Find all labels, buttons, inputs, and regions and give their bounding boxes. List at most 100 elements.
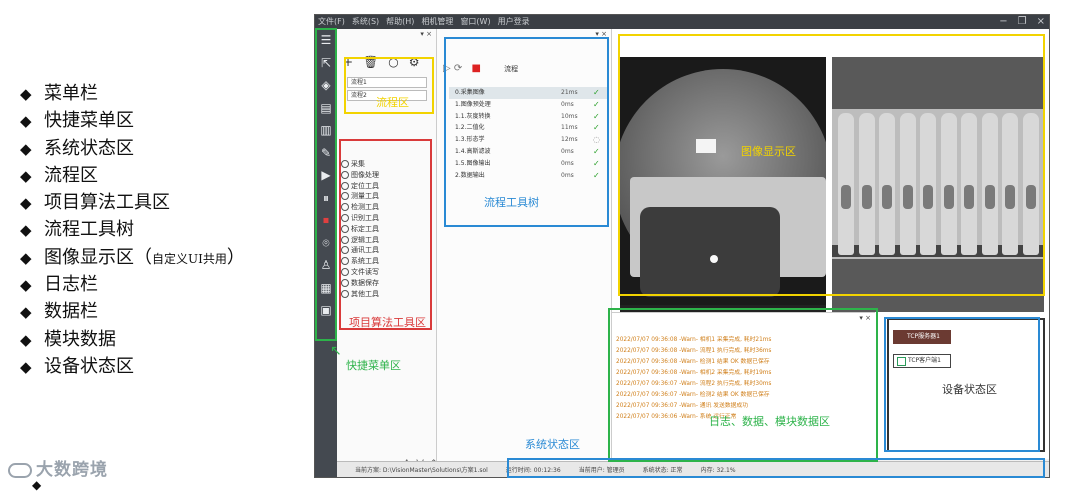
menu-item[interactable]: 窗口(W) — [460, 17, 490, 26]
chart-icon[interactable]: ▦ — [315, 277, 337, 300]
tree-item[interactable]: 采集 — [341, 159, 379, 170]
menu-item[interactable]: 系统(S) — [352, 17, 379, 26]
legend-text: 流程工具树 — [44, 219, 134, 241]
tree-item[interactable]: 定位工具 — [341, 181, 379, 192]
settings-icon[interactable]: ⚙ — [409, 55, 420, 69]
export-icon[interactable]: ⇱ — [315, 52, 337, 75]
tree-item[interactable]: 系统工具 — [341, 256, 379, 267]
process-name: 1.图像预处理 — [455, 100, 491, 108]
check-icon: ✓ — [593, 99, 600, 109]
legend-text: 数据栏 — [44, 301, 98, 323]
tree-item[interactable]: 图像处理 — [341, 170, 379, 181]
process-time: 12ms — [561, 136, 578, 144]
device-button-1[interactable]: TCP服务器1 — [893, 330, 951, 344]
add-icon[interactable]: + — [343, 55, 353, 69]
legend-item: ◆ 菜单栏 — [20, 80, 245, 107]
tree-item[interactable]: 数据保存 — [341, 278, 379, 289]
process-row[interactable]: 1.4.高斯滤波 0ms ✓ — [449, 146, 607, 158]
log-line: 2022/07/07 09:36:08 -Warn- 相机2 采集完成, 耗时1… — [616, 370, 772, 376]
pin-icon[interactable]: ▾ × — [595, 30, 607, 38]
bottle-shape — [858, 113, 875, 255]
minimize-icon[interactable]: − — [999, 16, 1007, 27]
bottle-shape — [940, 113, 957, 255]
flow-item[interactable]: 流程1 — [347, 77, 427, 88]
doc-icon[interactable]: ▤ — [315, 97, 337, 120]
loading-icon: ◌ — [593, 135, 600, 145]
user-icon[interactable]: ♙ — [315, 254, 337, 277]
tool-category-icon — [341, 181, 349, 190]
tree-item[interactable]: 识别工具 — [341, 213, 379, 224]
menu-item[interactable]: 用户登录 — [498, 17, 530, 26]
maximize-icon[interactable]: ❐ — [1018, 16, 1027, 27]
edit-icon[interactable]: ✎ — [315, 142, 337, 165]
flow-tools: + 🗑 ○ ⚙ — [343, 55, 430, 69]
list-icon[interactable]: ☰ — [315, 29, 337, 52]
tool-category-icon — [341, 224, 349, 233]
log-line: 2022/07/07 09:36:08 -Warn- 流程1 执行完成, 耗时3… — [616, 348, 772, 354]
log-line: 2022/07/07 09:36:07 -Warn- 流程2 执行完成, 耗时3… — [616, 381, 772, 387]
log-line: 2022/07/07 09:36:07 -Warn- 检测2 结果 OK 数据已… — [616, 392, 770, 398]
log-line: 2022/07/07 09:36:07 -Warn- 通讯 发送数据成功 — [616, 403, 749, 409]
tree-item-label: 数据保存 — [351, 278, 379, 287]
status-text: 当前方案: D:\VisionMaster\Solutions\方案1.sol — [355, 467, 488, 474]
stop-icon[interactable]: ■ — [471, 63, 480, 74]
bottle-shape — [879, 113, 895, 255]
flow-region-label: 流程区 — [376, 96, 409, 109]
process-row[interactable]: 2.数据输出 0ms ✓ — [449, 170, 607, 182]
legend-item: ◆ 快捷菜单区 — [20, 107, 245, 134]
legend-text: 流程区 — [44, 164, 98, 186]
check-icon: ✓ — [593, 111, 600, 121]
process-row[interactable]: 1.图像预处理 0ms ✓ — [449, 99, 607, 111]
delete-icon[interactable]: 🗑 — [363, 55, 378, 69]
tree-item[interactable]: 通讯工具 — [341, 245, 379, 256]
legend-text: 菜单栏 — [44, 83, 98, 104]
tree-item[interactable]: 标定工具 — [341, 224, 379, 235]
device-button-2[interactable]: TCP客户端1 — [893, 354, 951, 368]
process-row[interactable]: 1.3.形态学 12ms ◌ — [449, 134, 607, 146]
algo-region-label: 项目算法工具区 — [349, 316, 426, 329]
doc2-icon[interactable]: ▥ — [315, 119, 337, 142]
legend-item: ◆ 流程工具树 — [20, 216, 245, 243]
menu-item[interactable]: 帮助(H) — [386, 17, 414, 26]
diamond-bullet-icon: ◆ — [20, 248, 32, 267]
diamond-bullet-icon: ◆ — [20, 194, 32, 213]
process-time: 21ms — [561, 89, 578, 96]
tool-category-icon — [341, 170, 349, 179]
pin-icon[interactable]: ▾ × — [859, 314, 871, 322]
tree-item[interactable]: 文件读写 — [341, 267, 379, 278]
close-icon[interactable]: × — [1037, 16, 1045, 27]
stop-icon[interactable]: ⏹ — [315, 209, 337, 232]
bottle-shape — [899, 113, 916, 255]
process-row[interactable]: 1.5.图像输出 0ms ✓ — [449, 158, 607, 170]
process-row[interactable]: 0.采集图像 21ms ✓ — [449, 87, 607, 99]
process-rows: 0.采集图像 21ms ✓ 1.图像预处理 0ms ✓ 1.1.灰度转换 10ms ✓ 1.2.二… — [449, 87, 607, 181]
menu-item[interactable]: 文件(F) — [318, 17, 345, 26]
tree-item-label: 其他工具 — [351, 289, 379, 298]
log-line: 2022/07/07 09:36:08 -Warn- 相机1 采集完成, 耗时2… — [616, 337, 772, 343]
software-window: 文件(F) 系统(S) 帮助(H) 相机管理 窗口(W) 用户登录 − ❐ × ☰ ⇱ ◈ ▤ ▥ ✎ ▶… — [314, 14, 1050, 478]
legend-tail: ） — [226, 246, 245, 268]
process-row[interactable]: 1.2.二值化 11ms ✓ — [449, 122, 607, 134]
pin-icon[interactable]: ▾ × — [420, 30, 432, 38]
pause-icon[interactable]: ⏸ — [315, 187, 337, 210]
arrow-icon: ↖ — [330, 343, 342, 359]
camera-icon[interactable]: ◈ — [315, 74, 337, 97]
tree-item[interactable]: 逻辑工具 — [341, 235, 379, 246]
diamond-bullet-icon: ◆ — [20, 330, 32, 349]
tree-item[interactable]: 其他工具 — [341, 289, 379, 300]
run-once-icon[interactable]: ▷ ⟳ — [443, 63, 462, 74]
process-row[interactable]: 1.1.灰度转换 10ms ✓ — [449, 111, 607, 123]
watermark-logo-icon — [8, 462, 32, 478]
grid-icon[interactable]: ▣ — [315, 299, 337, 322]
window-controls: − ❐ × — [989, 15, 1045, 29]
refresh-icon[interactable]: ○ — [388, 55, 398, 69]
tree-item-label: 识别工具 — [351, 213, 379, 222]
tree-item[interactable]: 测量工具 — [341, 191, 379, 202]
menu-item[interactable]: 相机管理 — [421, 17, 453, 26]
camera2-icon[interactable]: ⌾ — [315, 232, 337, 255]
run-icon[interactable]: ▶ — [315, 164, 337, 187]
process-time: 0ms — [561, 171, 574, 179]
image-region-label: 图像显示区 — [741, 145, 796, 158]
tree-item[interactable]: 检测工具 — [341, 202, 379, 213]
legend-item: ◆ 日志栏 — [20, 271, 245, 298]
